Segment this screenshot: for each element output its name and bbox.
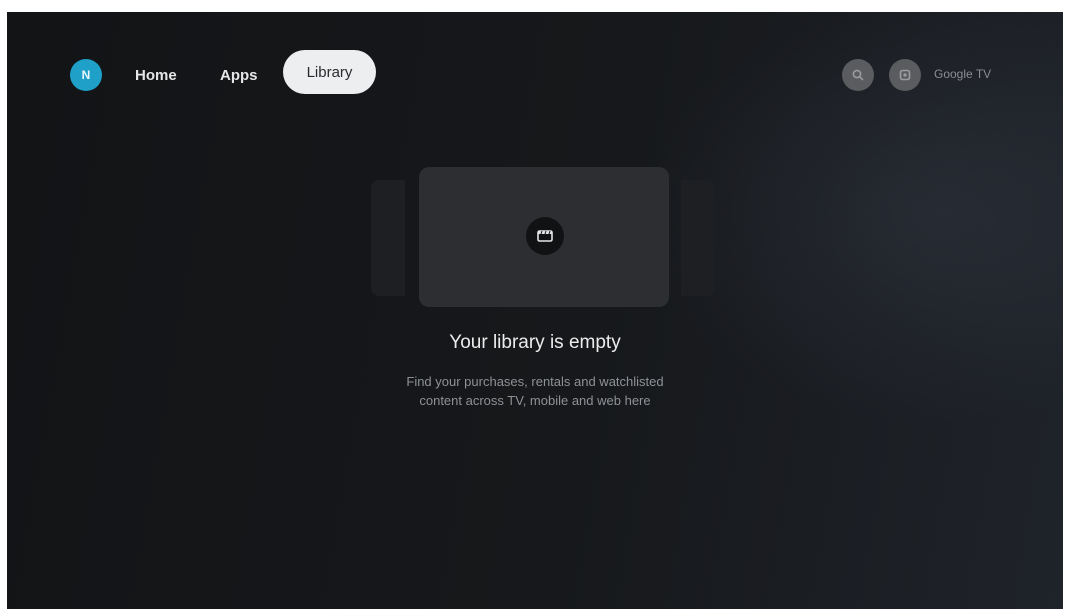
settings-icon	[899, 69, 911, 81]
clapper-icon-badge	[526, 217, 564, 255]
tab-apps-label: Apps	[220, 67, 258, 84]
placeholder-card-center	[419, 167, 669, 307]
empty-state-description: Find your purchases, rentals and watchli…	[7, 372, 1063, 410]
placeholder-card-right	[681, 180, 715, 296]
google-tv-screen: N Home Apps Library Google TV Your libra…	[7, 12, 1063, 609]
settings-button[interactable]	[889, 59, 921, 91]
brand-label: Google TV	[934, 67, 992, 81]
tab-library-label: Library	[306, 63, 353, 81]
search-button[interactable]	[842, 59, 874, 91]
placeholder-card-left	[371, 180, 405, 296]
profile-avatar[interactable]: N	[70, 59, 102, 91]
empty-state-description-line-1: Find your purchases, rentals and watchli…	[406, 374, 664, 389]
top-navigation-bar: N Home Apps Library Google TV	[7, 12, 1063, 112]
tab-home-label: Home	[135, 67, 177, 84]
tab-apps[interactable]: Apps	[220, 60, 258, 91]
movie-clapper-icon	[537, 230, 553, 242]
tab-library[interactable]: Library	[283, 50, 376, 94]
tab-home[interactable]: Home	[135, 60, 177, 91]
search-icon	[852, 69, 864, 81]
empty-state-title: Your library is empty	[449, 332, 621, 353]
empty-state-description-line-2: content across TV, mobile and web here	[419, 393, 651, 408]
profile-initial: N	[81, 68, 91, 82]
